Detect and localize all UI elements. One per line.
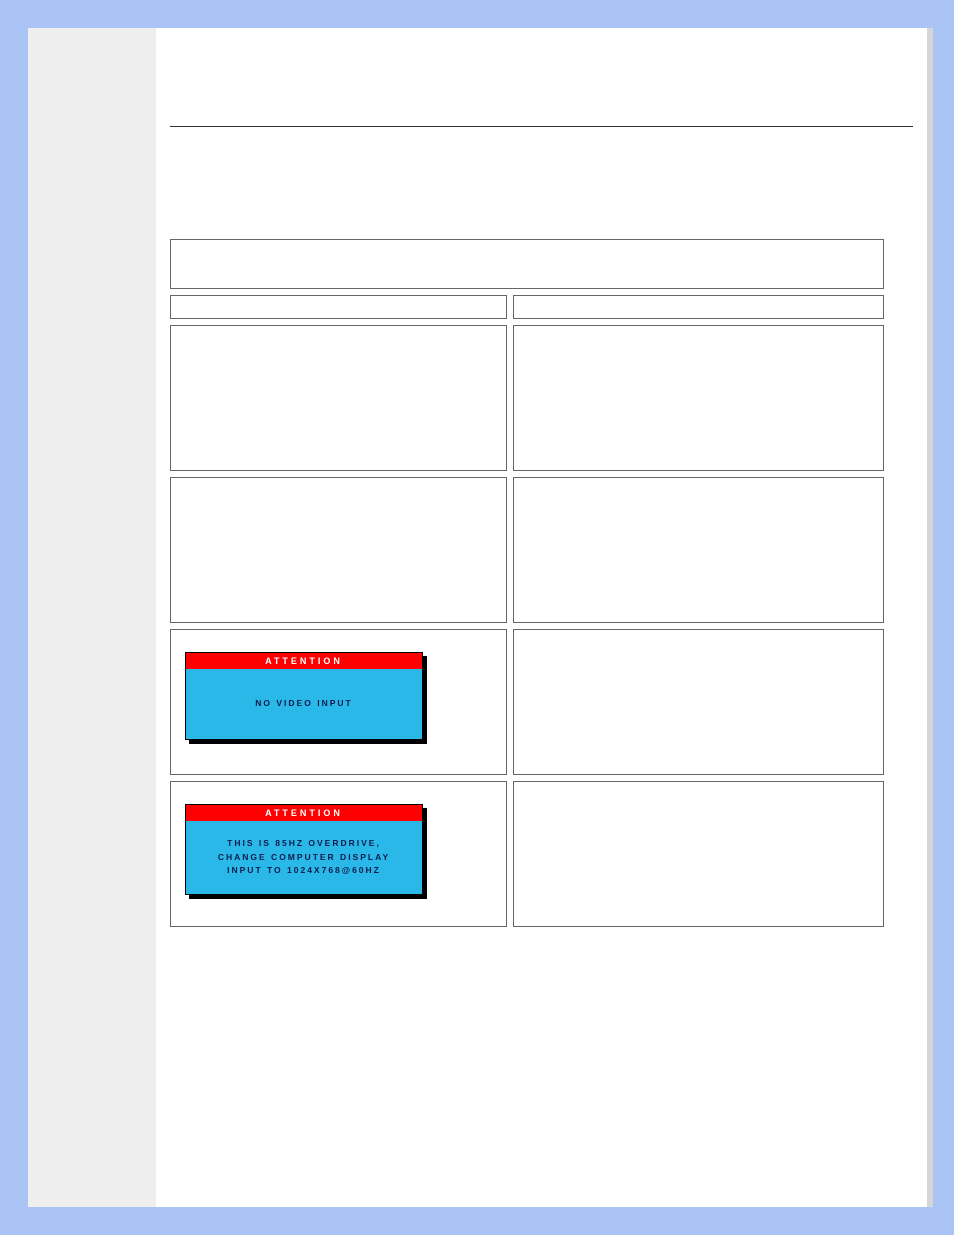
- sidebar-margin: [28, 28, 156, 1207]
- table-row: [513, 781, 884, 927]
- attention-overdrive-cell: ATTENTION THIS IS 85HZ OVERDRIVE, CHANGE…: [170, 781, 507, 927]
- attention-title: ATTENTION: [186, 805, 422, 821]
- table-row: [513, 325, 884, 471]
- table-row: [513, 477, 884, 623]
- outer-frame: ATTENTION NO VIDEO INPUT ATTENTION THIS …: [0, 0, 954, 1235]
- attention-line: CHANGE COMPUTER DISPLAY: [218, 852, 390, 862]
- attention-body: THIS IS 85HZ OVERDRIVE, CHANGE COMPUTER …: [186, 821, 422, 894]
- attention-box-no-video: ATTENTION NO VIDEO INPUT: [185, 652, 423, 740]
- attention-line: INPUT TO 1024X768@60HZ: [227, 865, 381, 875]
- table-row: [170, 325, 507, 471]
- attention-body: NO VIDEO INPUT: [186, 669, 422, 739]
- attention-box-overdrive: ATTENTION THIS IS 85HZ OVERDRIVE, CHANGE…: [185, 804, 423, 895]
- table-header-cell: [170, 239, 884, 289]
- troubleshooting-table: ATTENTION NO VIDEO INPUT ATTENTION THIS …: [164, 233, 890, 933]
- attention-title: ATTENTION: [186, 653, 422, 669]
- table-subheader-right: [513, 295, 884, 319]
- table-subheader-left: [170, 295, 507, 319]
- document-page: ATTENTION NO VIDEO INPUT ATTENTION THIS …: [28, 28, 933, 1207]
- main-content: ATTENTION NO VIDEO INPUT ATTENTION THIS …: [156, 28, 933, 1207]
- horizontal-rule: [170, 126, 913, 127]
- attention-no-video-cell: ATTENTION NO VIDEO INPUT: [170, 629, 507, 775]
- table-row: [170, 477, 507, 623]
- page-shadow: [927, 28, 933, 1207]
- table-row: [513, 629, 884, 775]
- attention-line: THIS IS 85HZ OVERDRIVE,: [227, 838, 381, 848]
